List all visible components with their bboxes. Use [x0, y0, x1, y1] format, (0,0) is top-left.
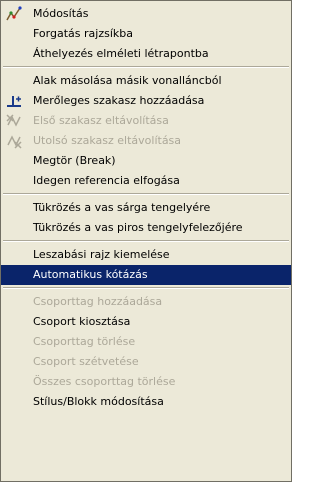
- menu-item-add-group-member[interactable]: Csoporttag hozzáadása: [1, 292, 291, 312]
- menu-item-explode-group[interactable]: Csoport szétvetése: [1, 352, 291, 372]
- menu-item-modify[interactable]: Módosítás: [1, 4, 291, 24]
- menu-separator: [3, 66, 289, 68]
- menu-item-remove-last-segment[interactable]: Utolsó szakasz eltávolítása: [1, 131, 291, 151]
- menu-item-automatic-dimensioning[interactable]: Automatikus kótázás: [1, 265, 291, 285]
- menu-item-label: Csoport kiosztása: [33, 315, 131, 328]
- menu-item-remove-first-segment[interactable]: Első szakasz eltávolítása: [1, 111, 291, 131]
- menu-item-label: Alak másolása másik vonalláncból: [33, 74, 222, 87]
- menu-item-add-perpendicular-segment[interactable]: Merőleges szakasz hozzáadása: [1, 91, 291, 111]
- remove-last-segment-icon: [6, 133, 22, 149]
- remove-first-segment-icon: [6, 113, 22, 129]
- menu-item-label: Módosítás: [33, 7, 89, 20]
- menu-item-label: Csoporttag törlése: [33, 335, 136, 348]
- menu-separator: [3, 287, 289, 289]
- menu-item-assign-group[interactable]: Csoport kiosztása: [1, 312, 291, 332]
- menu-item-label: Első szakasz eltávolítása: [33, 114, 169, 127]
- menu-item-label: Idegen referencia elfogása: [33, 174, 180, 187]
- menu-item-highlight-cutting-drawing[interactable]: Leszabási rajz kiemelése: [1, 245, 291, 265]
- menu-item-label: Automatikus kótázás: [33, 268, 148, 281]
- add-perpendicular-segment-icon: [6, 93, 22, 109]
- menu-item-delete-all-group-members[interactable]: Összes csoporttag törlése: [1, 372, 291, 392]
- menu-item-modify-style-block[interactable]: Stílus/Blokk módosítása: [1, 392, 291, 412]
- menu-item-label: Megtör (Break): [33, 154, 116, 167]
- menu-item-label: Merőleges szakasz hozzáadása: [33, 94, 205, 107]
- menu-item-label: Forgatás rajzsíkba: [33, 27, 133, 40]
- context-menu: Módosítás Forgatás rajzsíkba Áthelyezés …: [0, 0, 292, 482]
- menu-item-label: Tükrözés a vas piros tengelyfelezőjére: [33, 221, 243, 234]
- menu-separator: [3, 193, 289, 195]
- menu-item-label: Összes csoporttag törlése: [33, 375, 176, 388]
- menu-item-catch-external-reference[interactable]: Idegen referencia elfogása: [1, 171, 291, 191]
- menu-item-label: Leszabási rajz kiemelése: [33, 248, 170, 261]
- menu-item-copy-shape[interactable]: Alak másolása másik vonalláncból: [1, 71, 291, 91]
- menu-item-rotate-to-plane[interactable]: Forgatás rajzsíkba: [1, 24, 291, 44]
- menu-item-label: Utolsó szakasz eltávolítása: [33, 134, 182, 147]
- menu-item-label: Csoport szétvetése: [33, 355, 139, 368]
- menu-item-move-to-ladder-point[interactable]: Áthelyezés elméleti létrapontba: [1, 44, 291, 64]
- edit-polyline-icon: [6, 6, 22, 22]
- menu-item-label: Áthelyezés elméleti létrapontba: [33, 47, 209, 60]
- menu-item-mirror-red-bisector[interactable]: Tükrözés a vas piros tengelyfelezőjére: [1, 218, 291, 238]
- menu-item-label: Tükrözés a vas sárga tengelyére: [33, 201, 211, 214]
- menu-item-mirror-yellow-axis[interactable]: Tükrözés a vas sárga tengelyére: [1, 198, 291, 218]
- menu-item-label: Csoporttag hozzáadása: [33, 295, 163, 308]
- menu-item-break[interactable]: Megtör (Break): [1, 151, 291, 171]
- menu-item-label: Stílus/Blokk módosítása: [33, 395, 164, 408]
- menu-item-delete-group-member[interactable]: Csoporttag törlése: [1, 332, 291, 352]
- menu-separator: [3, 240, 289, 242]
